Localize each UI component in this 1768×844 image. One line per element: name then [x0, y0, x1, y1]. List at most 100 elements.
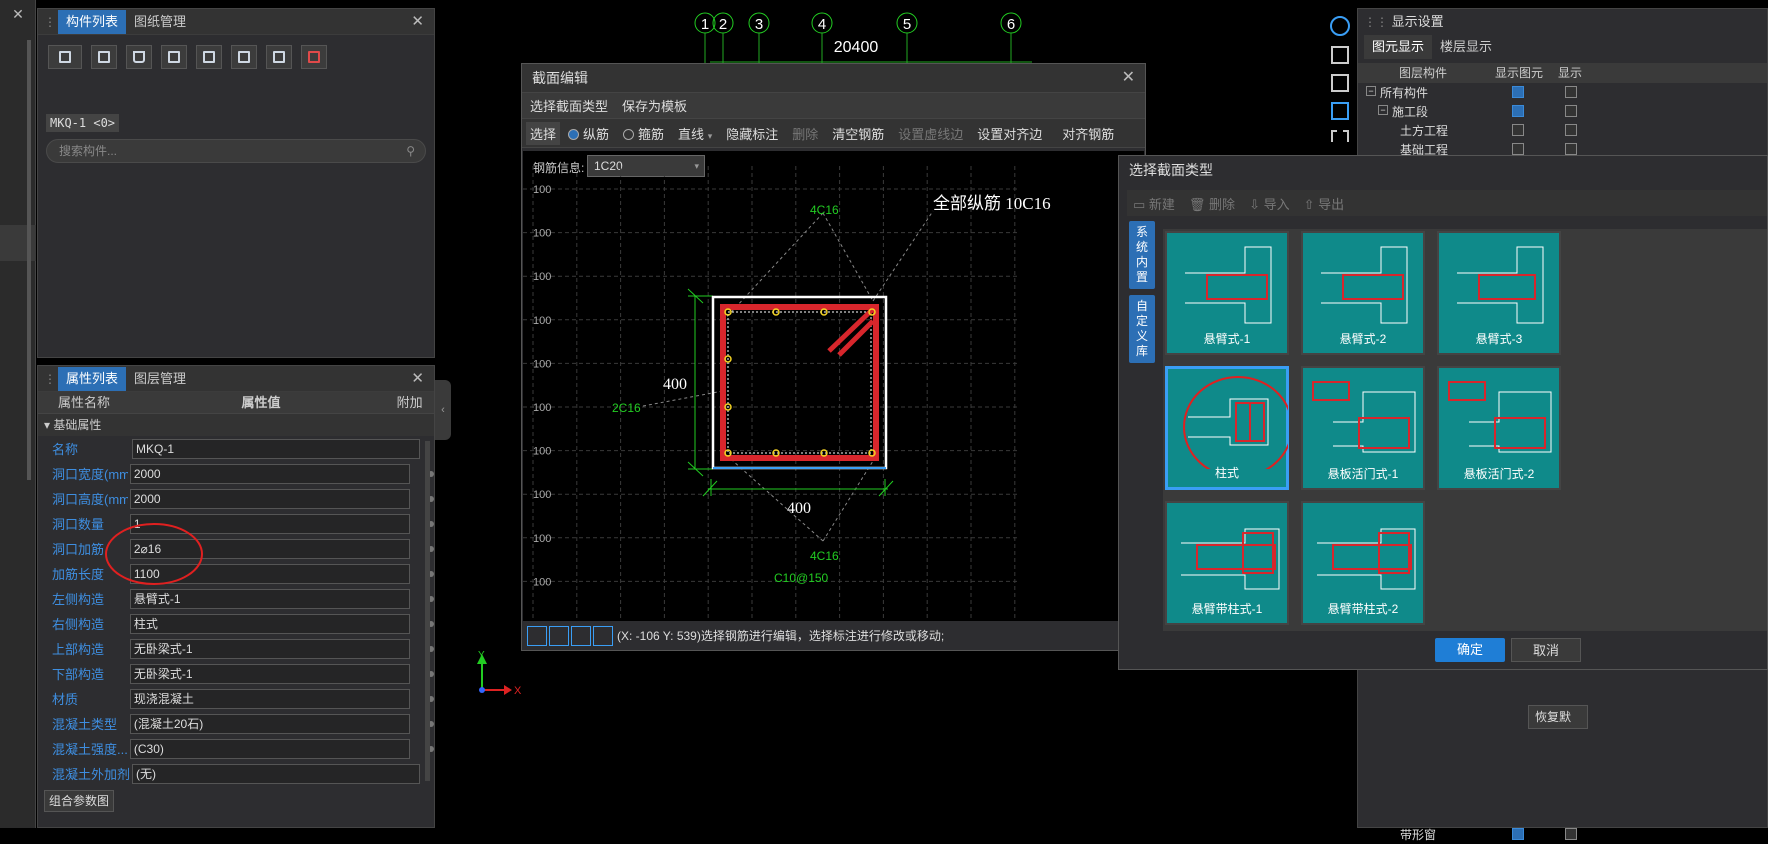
property-value[interactable]: 柱式	[129, 613, 411, 634]
hide-label-button[interactable]: 隐藏标注	[726, 124, 778, 143]
property-row[interactable]: 混凝土外加剂 (无)	[38, 761, 434, 786]
checkbox-icon[interactable]	[1512, 124, 1524, 136]
set-dashed-edge-button[interactable]: 设置虚线边	[898, 124, 963, 143]
tab-floor-display[interactable]: 楼层显示	[1432, 35, 1500, 59]
display-row[interactable]: − 所有构件	[1358, 83, 1767, 102]
property-row[interactable]: 材质 现浇混凝土	[38, 686, 434, 711]
property-value[interactable]: (无)	[132, 763, 420, 784]
select-section-type-button[interactable]: 选择截面类型	[530, 96, 608, 115]
checkbox-checked-icon[interactable]	[1512, 828, 1524, 840]
group-basic-properties[interactable]: ▾ 基础属性	[38, 414, 434, 436]
property-value[interactable]: 2000	[129, 463, 411, 484]
property-row[interactable]: 名称 MKQ-1	[38, 436, 434, 461]
tab-element-display[interactable]: 图元显示	[1364, 35, 1433, 59]
copy-button[interactable]	[91, 45, 117, 69]
tab-drawing-management[interactable]: 图纸管理	[126, 10, 194, 34]
section-type-card[interactable]: 悬臂式-1	[1165, 231, 1289, 355]
property-row[interactable]: 洞口加筋 2⌀16	[38, 536, 434, 561]
delete-button[interactable]: 删除	[792, 124, 818, 143]
display-row[interactable]: 土方工程	[1358, 121, 1767, 140]
side-tab-builtin[interactable]: 系统内置	[1129, 221, 1155, 289]
property-value[interactable]: 无卧梁式-1	[129, 663, 411, 684]
section-type-card[interactable]: 悬臂带柱式-2	[1301, 501, 1425, 625]
radio-longitudinal[interactable]: 纵筋	[568, 124, 609, 143]
section-type-card[interactable]: 悬臂式-2	[1301, 231, 1425, 355]
property-row[interactable]: 下部构造 无卧梁式-1	[38, 661, 434, 686]
property-row[interactable]: 洞口高度(mm) 2000	[38, 486, 434, 511]
property-row[interactable]: 右侧构造 柱式	[38, 611, 434, 636]
export-button[interactable]: ⇧ 导出	[1304, 194, 1345, 213]
section-type-card[interactable]: 柱式	[1165, 366, 1293, 490]
import-button[interactable]: ⇩ 导入	[1249, 194, 1290, 213]
property-value[interactable]: MKQ-1	[132, 438, 420, 459]
scrollbar[interactable]	[425, 441, 430, 781]
checkbox-icon[interactable]	[1565, 124, 1577, 136]
property-row[interactable]: 混凝土类型 (混凝土20石)	[38, 711, 434, 736]
checkbox-icon[interactable]	[1512, 143, 1524, 155]
section-type-card[interactable]: 悬臂式-3	[1437, 231, 1561, 355]
scrollbar[interactable]	[27, 40, 31, 480]
property-value[interactable]: (混凝土20石)	[129, 713, 411, 734]
cancel-button[interactable]: 取消	[1511, 638, 1581, 662]
display-row[interactable]: − 施工段	[1358, 102, 1767, 121]
ortho-snap-icon[interactable]	[527, 625, 547, 646]
midpoint-snap-icon[interactable]	[593, 625, 613, 646]
3d-view-icon[interactable]	[1331, 46, 1349, 64]
perpendicular-snap-icon[interactable]	[571, 625, 591, 646]
close-icon[interactable]: ✕	[1122, 64, 1135, 92]
close-icon[interactable]: ✕	[0, 0, 36, 28]
import-button[interactable]	[196, 45, 222, 69]
set-align-edge-button[interactable]: 设置对齐边	[977, 124, 1042, 143]
close-icon[interactable]: ✕	[411, 369, 424, 387]
section-type-card[interactable]: 悬板活门式-2	[1437, 366, 1561, 490]
checkbox-icon[interactable]	[1565, 828, 1577, 840]
side-tab-custom[interactable]: 自定义库	[1129, 295, 1155, 363]
property-value[interactable]: 悬臂式-1	[129, 588, 411, 609]
annotation-bottom-rebar[interactable]: 4C16	[810, 549, 839, 563]
section-type-card[interactable]: 悬臂带柱式-1	[1165, 501, 1289, 625]
property-row[interactable]: 混凝土强度... (C30)	[38, 736, 434, 761]
restore-default-button[interactable]: 恢复默	[1528, 705, 1588, 729]
ok-button[interactable]: 确定	[1435, 638, 1505, 662]
checkbox-checked-icon[interactable]	[1512, 86, 1524, 98]
drag-grip-icon[interactable]: ⋮⋮	[1364, 15, 1388, 29]
box-select-icon[interactable]	[1331, 130, 1349, 142]
annotation-all-longitudinal[interactable]: 全部纵筋 10C16	[933, 194, 1051, 213]
annotation-side-rebar[interactable]: 2C16	[612, 401, 641, 415]
property-row[interactable]: 洞口宽度(mm) 2000	[38, 461, 434, 486]
section-type-card[interactable]: 悬板活门式-1	[1301, 366, 1425, 490]
radio-stirrup[interactable]: 箍筋	[623, 124, 664, 143]
property-value[interactable]: 无卧梁式-1	[129, 638, 411, 659]
checkbox-icon[interactable]	[1565, 86, 1577, 98]
property-value[interactable]: 现浇混凝土	[129, 688, 411, 709]
export-button[interactable]	[231, 45, 257, 69]
new-component-button[interactable]	[48, 45, 82, 69]
section-canvas[interactable]: 钢筋信息: 1C20 ▾ 100 100 100 100 100 100 100 100 100 1…	[523, 151, 1144, 621]
property-value[interactable]: 2000	[129, 488, 411, 509]
layer-copy-button[interactable]	[161, 45, 187, 69]
tab-properties[interactable]: 属性列表	[58, 366, 127, 391]
list-item[interactable]: MKQ-1 <0>	[46, 114, 120, 132]
checkbox-icon[interactable]	[1565, 105, 1577, 117]
filter-button[interactable]	[266, 45, 292, 69]
annotation-stirrup[interactable]: C10@150	[774, 571, 829, 585]
new-button[interactable]: ▭ 新建	[1127, 194, 1175, 213]
save-as-template-button[interactable]: 保存为模板	[622, 96, 687, 115]
delete-button[interactable]: 🗑 删除	[1189, 194, 1235, 213]
line-dropdown[interactable]: 直线 ▾	[678, 124, 712, 143]
checkbox-icon[interactable]	[1565, 143, 1577, 155]
collapse-icon[interactable]: −	[1378, 105, 1388, 115]
orbit-icon[interactable]	[1330, 16, 1350, 36]
dimension-horizontal[interactable]: 400	[787, 500, 811, 517]
align-rebar-button[interactable]: 对齐钢筋	[1062, 124, 1114, 143]
front-view-icon[interactable]	[1331, 102, 1349, 120]
property-row[interactable]: 洞口数量 1	[38, 511, 434, 536]
combination-params-button[interactable]: 组合参数图	[44, 790, 114, 812]
property-row[interactable]: 加筋长度 1100	[38, 561, 434, 586]
property-row[interactable]: 左侧构造 悬臂式-1	[38, 586, 434, 611]
drag-grip-icon[interactable]: ⋮⋮	[44, 15, 68, 29]
dimension-vertical[interactable]: 400	[663, 376, 687, 393]
drag-grip-icon[interactable]: ⋮⋮	[44, 372, 68, 386]
delete-button[interactable]	[126, 45, 152, 69]
collapse-handle[interactable]: ‹	[435, 380, 451, 440]
